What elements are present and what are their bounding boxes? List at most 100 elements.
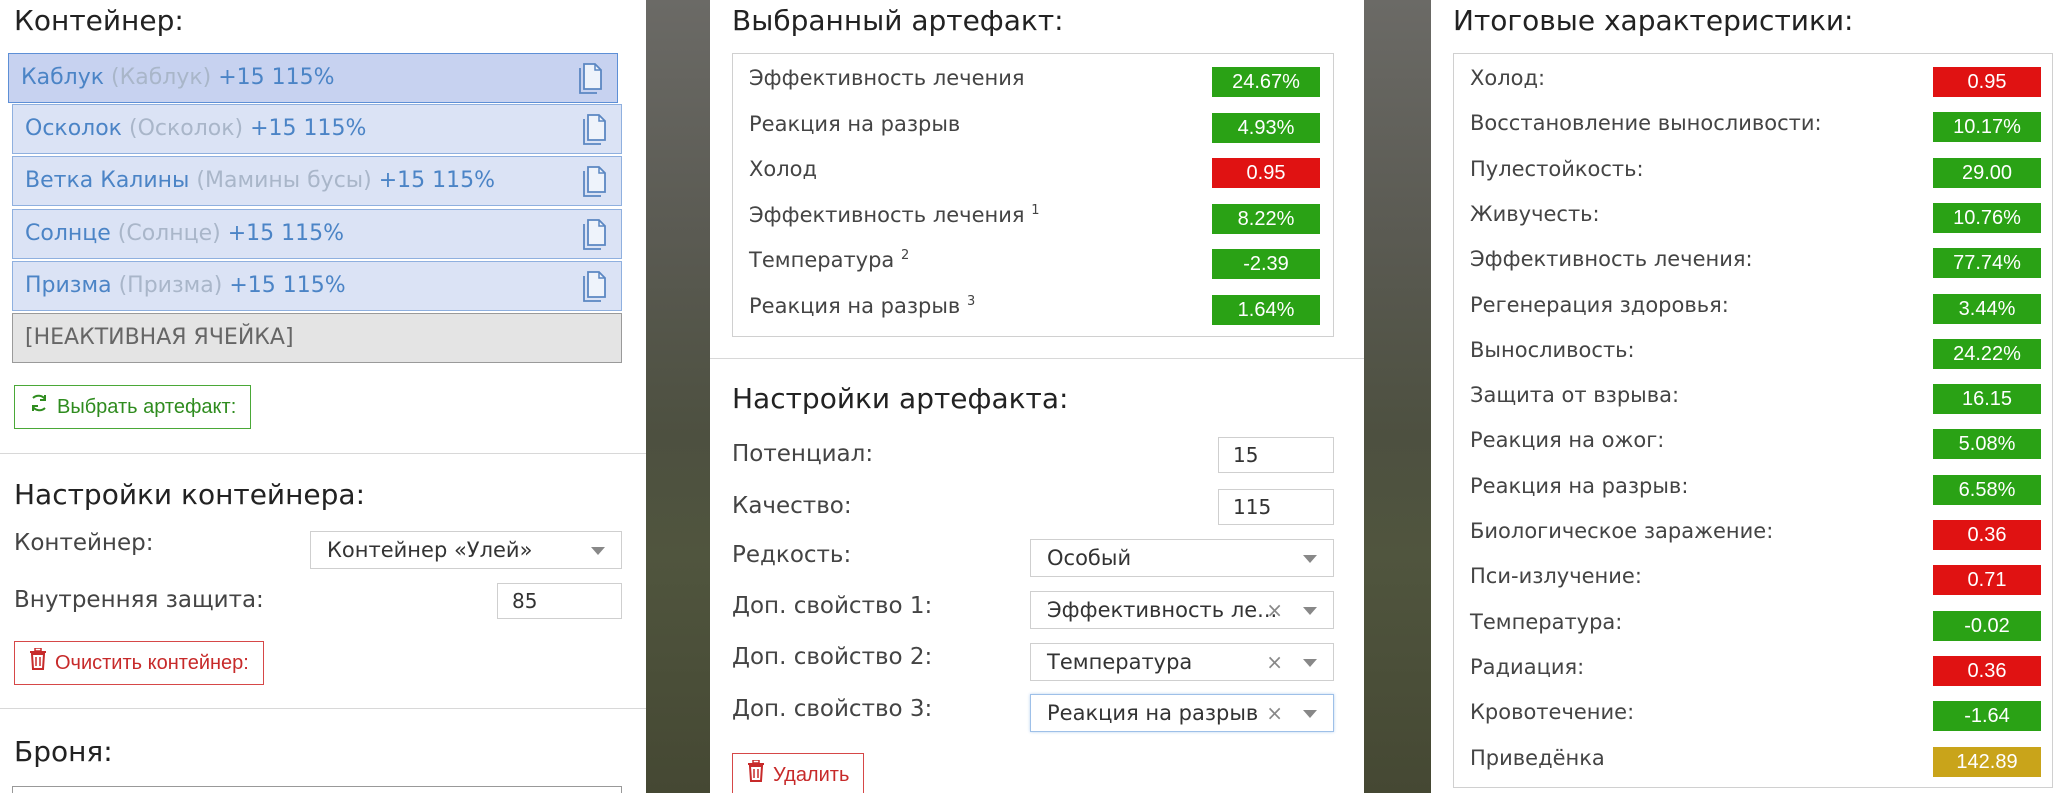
rarity-label: Редкость: <box>732 542 852 568</box>
container-label: Контейнер: <box>14 530 154 556</box>
rarity-value: Особый <box>1047 546 1132 570</box>
stat-value-badge: 0.95 <box>1933 67 2041 97</box>
stat-value-badge: 1.64% <box>1212 295 1320 325</box>
clear-container-button[interactable]: Очистить контейнер: <box>14 641 264 685</box>
stat-value-badge: 6.58% <box>1933 474 2041 505</box>
artifact-slot[interactable]: Ветка Калины (Мамины бусы) +15 115% <box>12 156 622 206</box>
stat-label: Реакция на разрыв <box>749 111 961 136</box>
stat-label: Реакция на ожог: <box>1470 428 1665 453</box>
inner-protection-value: 85 <box>512 589 538 613</box>
rarity-select[interactable]: Особый <box>1030 539 1334 577</box>
stat-row: Эффективность лечения: 77.74% <box>1454 239 2052 284</box>
stat-value-badge: 3.44% <box>1933 293 2041 324</box>
chevron-down-icon <box>1303 710 1317 718</box>
stat-row: Реакция на разрыв 4.93% <box>733 104 1333 149</box>
stat-label: Холод: <box>1470 66 1546 90</box>
extra-property-1-select[interactable]: Эффективность ле... × <box>1030 591 1334 629</box>
artifact-slot-level: +15 115% <box>250 116 367 141</box>
artifact-panel: Выбранный артефакт: Эффективность лечени… <box>710 0 1364 793</box>
stat-row: Кровотечение: -1.64 <box>1454 692 2052 737</box>
stat-label: Реакция на разрыв: <box>1470 473 1689 498</box>
delete-artifact-label: Удалить <box>773 764 850 786</box>
artifact-slot-level: +15 115% <box>229 273 346 298</box>
stat-label: Пулестойкость: <box>1470 156 1644 181</box>
total-stats-list: Холод: 0.95 Восстановление выносливости: 10… <box>1453 53 2053 788</box>
container-select[interactable]: Контейнер «Улей» <box>310 531 622 569</box>
container-select-value: Контейнер «Улей» <box>327 538 533 562</box>
stat-value-badge: 142.89 <box>1933 746 2041 777</box>
choose-artifact-button[interactable]: Выбрать артефакт: <box>14 385 252 429</box>
stat-label: Эффективность лечения <box>749 66 1025 90</box>
copy-icon[interactable] <box>579 113 609 147</box>
stat-footnote: 2 <box>901 248 910 264</box>
stat-value-badge: 0.95 <box>1212 158 1320 189</box>
copy-icon[interactable] <box>579 165 609 199</box>
stat-value-badge: -1.64 <box>1933 701 2041 732</box>
stat-row: Живучесть: 10.76% <box>1454 194 2052 239</box>
artifact-slot-level: +15 115% <box>218 65 335 90</box>
copy-icon[interactable] <box>575 62 605 96</box>
container-title: Контейнер: <box>14 4 184 37</box>
stat-row: Выносливость: 24.22% <box>1454 330 2052 375</box>
divider <box>0 453 646 454</box>
stat-row: Холод 0.95 <box>733 149 1333 194</box>
stat-label: Эффективность лечения 1 <box>749 202 1040 227</box>
extra-property-3-select[interactable]: Реакция на разрыв × <box>1030 694 1334 732</box>
artifact-slot[interactable]: Призма (Призма) +15 115% <box>12 261 622 311</box>
clear-icon[interactable]: × <box>1266 644 1283 680</box>
chevron-down-icon <box>1303 607 1317 615</box>
clear-icon[interactable]: × <box>1266 592 1283 628</box>
armor-title: Броня: <box>14 735 113 768</box>
stat-row: Защита от взрыва: 16.15 <box>1454 375 2052 420</box>
stat-row: Реакция на ожог: 5.08% <box>1454 420 2052 465</box>
stat-value-badge: -2.39 <box>1212 249 1320 280</box>
stat-label: Температура: <box>1470 609 1623 634</box>
stat-row: Пси-излучение: 0.71 <box>1454 556 2052 601</box>
quality-input[interactable]: 115 <box>1218 489 1334 525</box>
stat-row: Регенерация здоровья: 3.44% <box>1454 285 2052 330</box>
stat-label: Защита от взрыва: <box>1470 383 1680 408</box>
extra-property-2-select[interactable]: Температура × <box>1030 643 1334 681</box>
copy-icon[interactable] <box>579 270 609 304</box>
extra-property-2-value: Температура <box>1047 650 1193 674</box>
artifact-slot-level: +15 115% <box>227 221 345 246</box>
stat-value-badge: 77.74% <box>1933 248 2041 279</box>
trash-icon <box>29 643 47 685</box>
artifact-slot-name: Ветка Калины <box>25 168 190 193</box>
quality-label: Качество: <box>732 493 852 519</box>
artifact-slot-alias: (Мамины бусы) <box>196 168 372 193</box>
armor-slot[interactable] <box>12 786 622 793</box>
chevron-down-icon <box>591 547 605 555</box>
inner-protection-input[interactable]: 85 <box>497 583 622 619</box>
stat-footnote: 3 <box>967 294 976 309</box>
clear-icon[interactable]: × <box>1266 695 1283 731</box>
extra-property-1-label: Доп. свойство 1: <box>732 593 933 619</box>
extra-property-3-label: Доп. свойство 3: <box>732 696 933 722</box>
extra-property-2-label: Доп. свойство 2: <box>732 644 933 670</box>
chevron-down-icon <box>1303 555 1317 563</box>
inner-protection-label: Внутренняя защита: <box>14 587 264 613</box>
chevron-down-icon <box>1303 659 1317 667</box>
artifact-slot[interactable]: Осколок (Осколок) +15 115% <box>12 104 622 154</box>
delete-artifact-button[interactable]: Удалить <box>732 753 865 793</box>
stat-label: Реакция на разрыв 3 <box>749 294 976 318</box>
artifact-slot-name: Каблук <box>21 65 105 90</box>
potential-value: 15 <box>1233 443 1259 467</box>
container-settings-title: Настройки контейнера: <box>14 478 366 511</box>
artifact-slot[interactable]: Каблук (Каблук) +15 115% <box>8 53 618 103</box>
artifact-slot-name: Призма <box>25 273 112 298</box>
copy-icon[interactable] <box>579 218 609 252</box>
stat-label: Биологическое заражение: <box>1470 519 1774 543</box>
stat-value-badge: 10.76% <box>1933 202 2041 233</box>
artifact-slot[interactable]: Солнце (Солнце) +15 115% <box>12 209 622 259</box>
stat-row: Эффективность лечения 1 8.22% <box>733 195 1333 240</box>
artifact-slot-level: +15 115% <box>378 168 496 193</box>
choose-artifact-label: Выбрать артефакт: <box>57 396 237 418</box>
stat-row: Реакция на разрыв 3 1.64% <box>733 286 1333 331</box>
total-stats-panel: Итоговые характеристики: Холод: 0.95 Восст… <box>1431 0 2067 793</box>
stat-label: Живучесть: <box>1470 201 1600 226</box>
potential-input[interactable]: 15 <box>1218 437 1334 473</box>
stat-value-badge: -0.02 <box>1933 610 2041 641</box>
clear-container-label: Очистить контейнер: <box>55 652 249 674</box>
trash-icon <box>747 755 765 793</box>
